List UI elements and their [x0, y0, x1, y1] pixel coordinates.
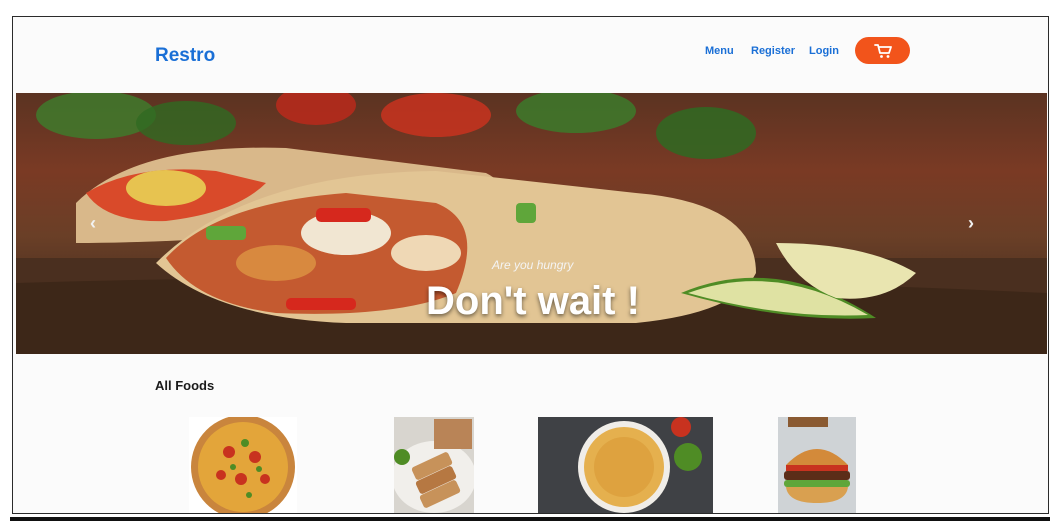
- burger-image: [778, 417, 856, 513]
- carousel-prev-button[interactable]: ‹: [82, 213, 104, 234]
- sandwich-image: [394, 417, 474, 513]
- hero-subtitle: Are you hungry: [492, 258, 574, 272]
- food-card-pizza[interactable]: [189, 417, 297, 513]
- chevron-right-icon: ›: [968, 213, 974, 233]
- brand-logo[interactable]: Restro: [155, 45, 215, 67]
- pizza-image: [189, 417, 297, 513]
- food-card-sandwich[interactable]: [394, 417, 474, 513]
- app-frame: Restro Menu Register Login ‹ › Are you h…: [12, 16, 1049, 514]
- hero-carousel: ‹ › Are you hungry Don't wait !: [16, 93, 1047, 354]
- hero-title: Don't wait !: [426, 279, 640, 323]
- nav-register-link[interactable]: Register: [751, 45, 795, 57]
- food-card-burger[interactable]: [778, 417, 856, 513]
- cart-icon: [873, 43, 892, 58]
- bottom-divider: [10, 517, 1050, 521]
- cart-button[interactable]: [855, 37, 910, 64]
- carousel-next-button[interactable]: ›: [960, 213, 982, 234]
- section-title-all-foods: All Foods: [155, 378, 215, 393]
- nav-menu-link[interactable]: Menu: [705, 45, 734, 57]
- chevron-left-icon: ‹: [90, 213, 96, 233]
- nav-login-link[interactable]: Login: [809, 45, 839, 57]
- noodles-image: [538, 417, 713, 513]
- food-card-noodles[interactable]: [538, 417, 713, 513]
